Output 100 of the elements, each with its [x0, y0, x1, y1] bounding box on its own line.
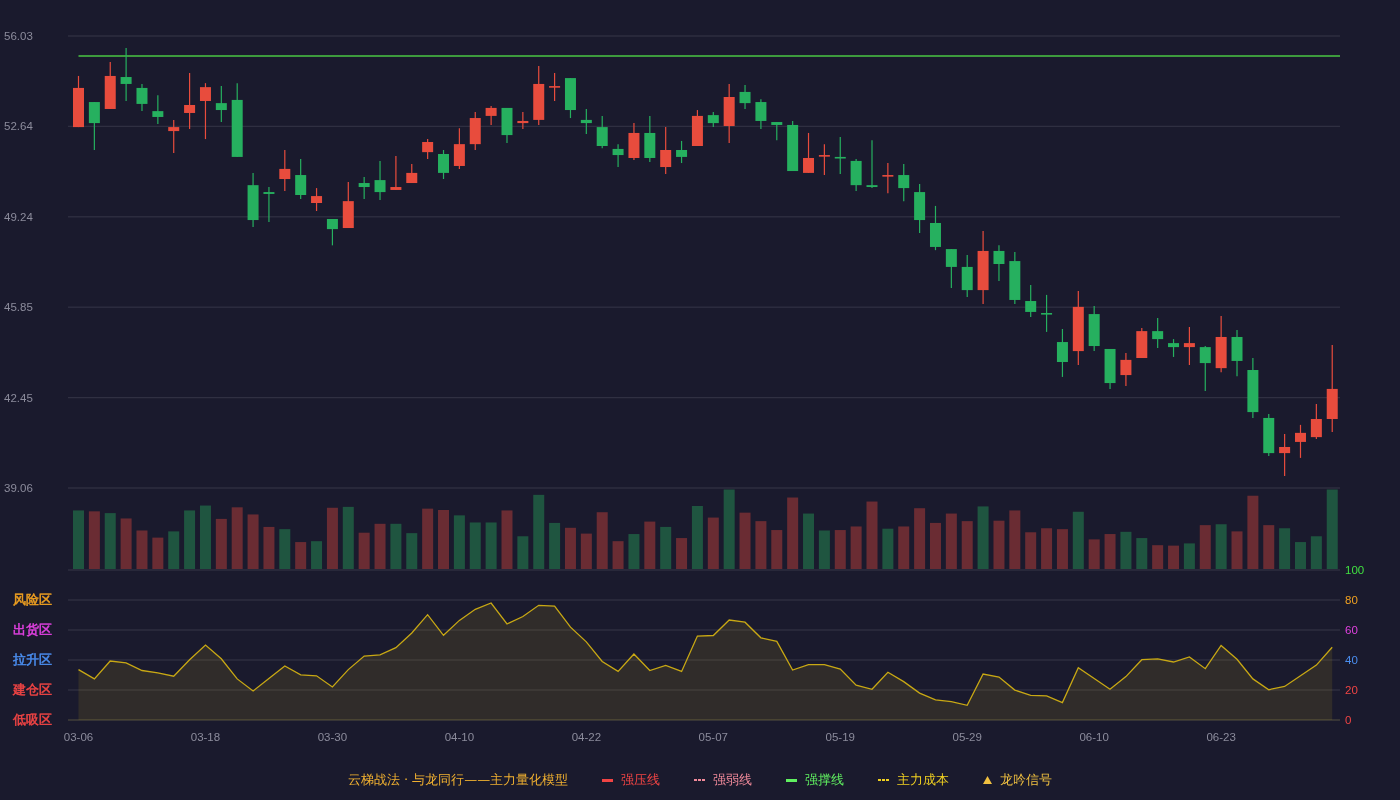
candlestick — [755, 98, 767, 130]
zone-label: 风险区 — [13, 592, 52, 607]
candlestick — [1183, 326, 1195, 366]
candlestick — [88, 101, 100, 151]
candlestick — [898, 163, 910, 202]
candlestick — [612, 143, 624, 168]
axis-label: 06-23 — [1206, 731, 1236, 743]
candlestick — [469, 111, 481, 151]
axis-label: 05-19 — [825, 731, 855, 743]
candlestick — [326, 218, 338, 246]
candlestick — [739, 84, 751, 110]
candlestick — [152, 94, 164, 125]
legend-label: 龙吟信号 — [1000, 771, 1053, 790]
candlestick — [247, 172, 259, 228]
zone-label: 出货区 — [13, 622, 52, 637]
candlestick — [1088, 305, 1100, 352]
candlestick — [787, 120, 799, 172]
candlestick — [723, 83, 735, 144]
candlestick — [580, 108, 592, 135]
candlestick — [771, 121, 783, 141]
axis-label: 60 — [1345, 624, 1358, 636]
candlestick — [501, 107, 513, 144]
candlestick — [644, 115, 656, 163]
zone-label: 拉升区 — [13, 652, 52, 667]
candlestick — [1041, 294, 1053, 333]
candlestick — [850, 158, 862, 192]
candlestick — [438, 149, 449, 180]
candlestick — [660, 126, 672, 175]
candlestick — [1215, 315, 1227, 373]
legend-label: 强压线 — [621, 771, 661, 790]
candlestick — [1009, 251, 1021, 305]
candlestick — [691, 109, 703, 147]
axis-label: 40 — [1345, 654, 1358, 666]
candlestick — [311, 187, 323, 212]
candlestick — [1295, 424, 1306, 459]
candlestick — [184, 72, 196, 130]
candlestick — [676, 140, 688, 164]
candlestick — [707, 111, 719, 128]
axis-label: 39.06 — [4, 482, 33, 494]
axis-label: 80 — [1345, 594, 1358, 606]
candlestick — [930, 205, 941, 251]
axis-label: 03-30 — [317, 731, 348, 743]
candlestick — [215, 85, 227, 123]
candlestick — [485, 105, 497, 126]
candlestick — [1056, 328, 1068, 378]
axis-label: 03-18 — [190, 731, 221, 743]
legend-title: 云梯战法 · 与龙同行——主力量化模型 — [347, 771, 569, 790]
legend-label: 强弱线 — [713, 771, 753, 790]
candlestick — [1168, 338, 1180, 358]
candlestick — [1199, 345, 1211, 392]
candlestick — [914, 183, 926, 234]
candlestick — [549, 72, 561, 102]
candlestick — [295, 158, 307, 200]
candlestick — [1025, 284, 1037, 318]
zone-label: 低吸区 — [13, 712, 52, 727]
candlestick — [1279, 433, 1291, 477]
axis-label: 49.24 — [4, 210, 33, 223]
candlestick — [564, 77, 576, 119]
candlestick — [453, 127, 465, 170]
candlestick — [1247, 357, 1259, 419]
candlestick — [882, 162, 894, 194]
candlestick — [279, 149, 291, 192]
axis-label: 04-22 — [571, 731, 602, 743]
candlestick — [834, 136, 846, 175]
axis-label: 04-10 — [444, 731, 475, 743]
candlestick — [533, 65, 545, 126]
candlestick — [422, 138, 434, 160]
axis-label: 20 — [1345, 684, 1358, 696]
axis-label: 05-29 — [952, 731, 982, 743]
candlestick — [104, 61, 116, 110]
axis-label: 0 — [1345, 714, 1352, 726]
candlestick — [596, 115, 608, 149]
candlestick — [390, 155, 402, 191]
candlestick — [374, 160, 386, 201]
axis-label: 100 — [1345, 564, 1365, 576]
candlestick — [1104, 348, 1116, 390]
candlestick — [406, 163, 418, 184]
candlestick — [199, 82, 211, 140]
axis-label: 06-10 — [1079, 731, 1109, 743]
candlestick — [120, 47, 132, 102]
candlestick — [803, 132, 814, 174]
axis-label: 56.03 — [4, 30, 33, 42]
candlestick — [342, 181, 354, 229]
candlestick — [945, 248, 957, 289]
candlestick — [517, 111, 529, 130]
candlestick — [993, 244, 1005, 282]
candlestick — [1136, 327, 1148, 359]
candlestick — [1120, 352, 1132, 387]
candlestick — [73, 75, 84, 128]
candlestick — [136, 83, 148, 112]
candlestick — [1310, 403, 1322, 440]
candlestick — [1152, 317, 1164, 349]
axis-label: 03-06 — [63, 731, 94, 743]
zone-label: 建仓区 — [13, 682, 52, 697]
candlestick — [1263, 413, 1275, 457]
axis-label: 52.64 — [4, 120, 33, 133]
candlestick — [961, 254, 973, 298]
candlestick — [818, 143, 830, 176]
legend-label: 强撑线 — [805, 771, 845, 790]
candlestick — [628, 122, 640, 161]
